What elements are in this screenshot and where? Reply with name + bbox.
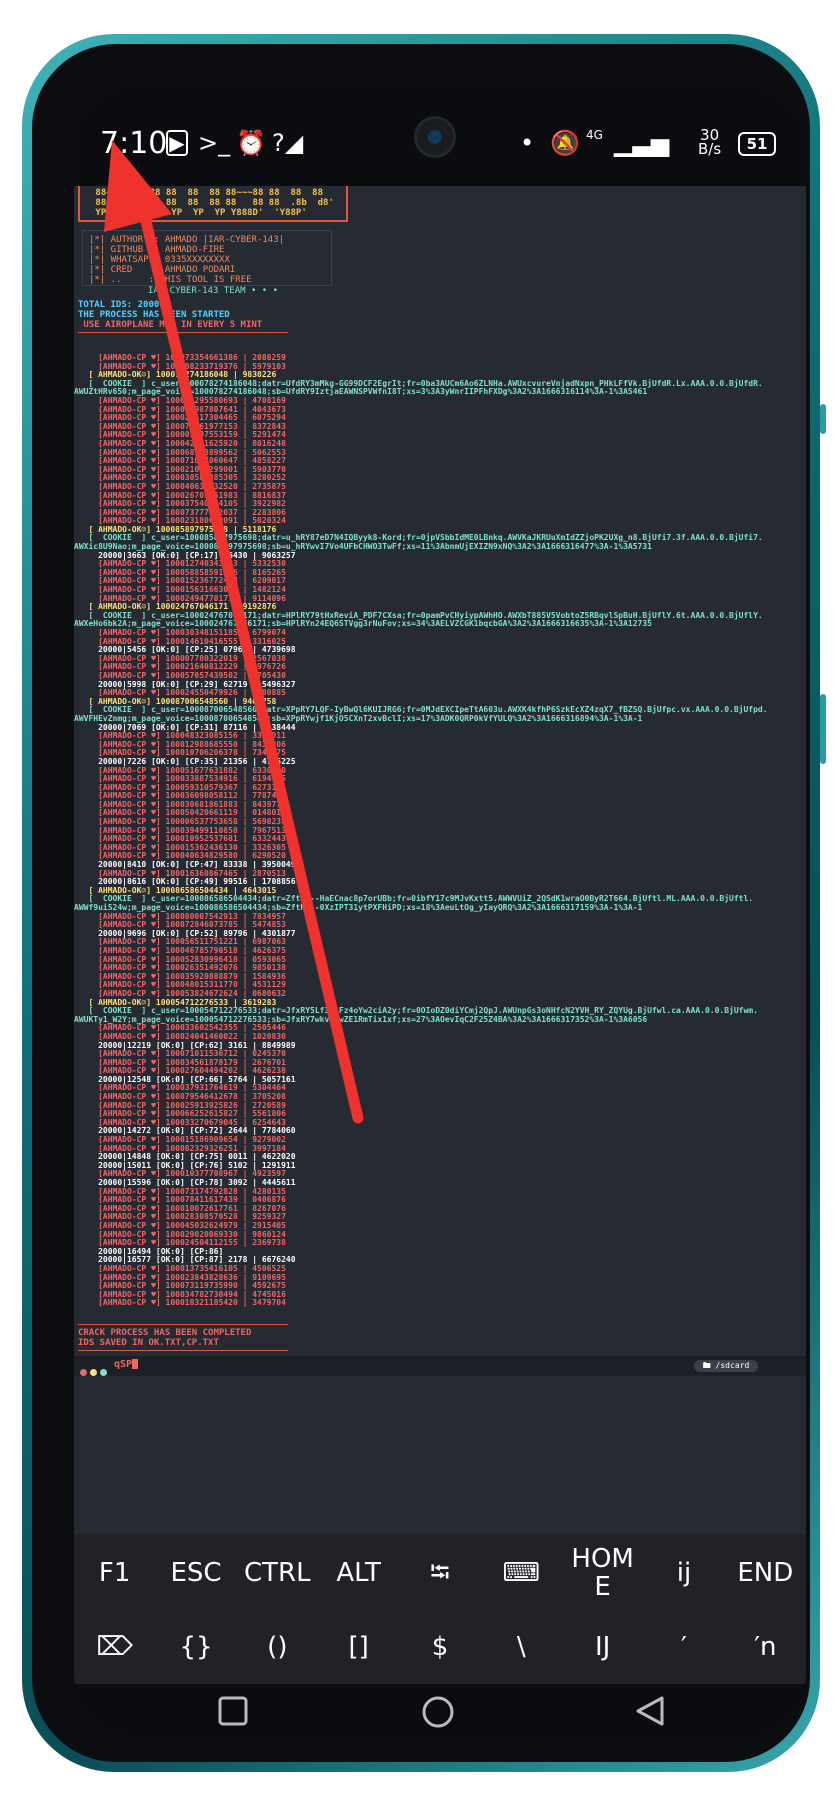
log-lines: [AHMADO-CP ♥] 100073354661386 | 2088259 …: [74, 353, 806, 1308]
volume-down-button: [820, 694, 826, 764]
extra-key-row1-5[interactable]: ⌨: [481, 1538, 562, 1608]
divider: [78, 332, 288, 333]
completion-message: CRACK PROCESS HAS BEEN COMPLETED IDS SAV…: [78, 1328, 251, 1348]
volume-up-button: [820, 404, 826, 434]
log-line: [AHMADO-CP ♥] 100018321185420 | 3479704: [74, 1298, 286, 1308]
ids-saved-text: IDS SAVED IN OK.TXT,CP.TXT: [78, 1338, 219, 1348]
phone-frame: 7:10 ▶ >_ ⏰ ?◢ • 🔕 4G ▁▃▅ 30 B/s 51 88~~…: [22, 34, 826, 1772]
extra-key-row2-6[interactable]: IJ: [562, 1612, 643, 1682]
home-icon[interactable]: [420, 1694, 456, 1730]
command-input[interactable]: qSP: [114, 1359, 139, 1370]
prompt-dots: [80, 1361, 110, 1380]
notification-dot-icon: •: [520, 129, 535, 157]
extra-key-row1-7[interactable]: ij: [643, 1538, 724, 1608]
media-play-icon: ▶: [166, 130, 188, 156]
recents-icon[interactable]: [216, 1694, 250, 1728]
team-label: IAR-CYBER-143 TEAM • • •: [148, 286, 279, 296]
camera-notch: [374, 86, 506, 186]
cursor: [132, 1359, 139, 1369]
ascii-banner: 88~~~88~~~88 88 88 88 88~~~88 88 88 88 8…: [78, 186, 348, 222]
extra-keys-row-1: F1 ESC CTRL ALT ⭾ ⌨ HOM Eij END: [74, 1538, 806, 1608]
status-bar: 7:10 ▶ >_ ⏰ ?◢ • 🔕 4G ▁▃▅ 30 B/s 51: [74, 86, 806, 186]
navigation-bar: [74, 1684, 806, 1736]
extra-key-row2-4[interactable]: $: [399, 1612, 480, 1682]
signal-icon: ▁▃▅: [614, 129, 670, 157]
total-ids: TOTAL IDS: 20000: [78, 300, 165, 310]
alarm-icon: ⏰: [236, 129, 266, 157]
extra-key-row1-0[interactable]: F1: [74, 1538, 155, 1608]
terminal-output[interactable]: 88~~~88~~~88 88 88 88 88~~~88 88 88 88 8…: [74, 186, 806, 1534]
battery-icon: 51: [738, 132, 776, 156]
extra-key-row2-2[interactable]: (): [237, 1612, 318, 1682]
crack-complete-text: CRACK PROCESS HAS BEEN COMPLETED: [78, 1328, 252, 1338]
extra-key-row1-4[interactable]: ⭾: [399, 1538, 480, 1608]
extra-key-row2-0[interactable]: ⌦: [74, 1612, 155, 1682]
extra-keys-row-2: ⌦{}()[] $ \ IJ ′ ′n: [74, 1612, 806, 1682]
network-type-label: 4G: [586, 128, 603, 142]
directory-text: /sdcard: [715, 1361, 750, 1370]
clock: 7:10: [100, 126, 168, 161]
extra-key-row2-7[interactable]: ′: [643, 1612, 724, 1682]
directory-badge: 🖿 /sdcard: [694, 1360, 758, 1372]
extra-key-row2-8[interactable]: ′n: [725, 1612, 806, 1682]
back-icon[interactable]: [634, 1694, 668, 1728]
green-dot-icon: [100, 1369, 107, 1376]
ascii-banner-text: 88~~~88~~~88 88 88 88 88~~~88 88 88 88 8…: [95, 188, 334, 218]
front-camera-icon: [414, 116, 456, 158]
mute-icon: 🔕: [550, 129, 580, 157]
extra-key-row1-3[interactable]: ALT: [318, 1538, 399, 1608]
extra-key-row1-2[interactable]: CTRL: [237, 1538, 318, 1608]
extra-key-row2-1[interactable]: {}: [155, 1612, 236, 1682]
yellow-dot-icon: [90, 1369, 97, 1376]
divider: [78, 1324, 288, 1325]
net-speed-unit: B/s: [698, 140, 722, 158]
extra-key-row1-8[interactable]: END: [725, 1538, 806, 1608]
extra-key-row2-3[interactable]: []: [318, 1612, 399, 1682]
divider: [78, 1350, 288, 1351]
no-signal-icon: ?◢: [272, 129, 304, 157]
prompt-line[interactable]: qSP 🖿 /sdcard: [74, 1356, 806, 1376]
terminal-icon: >_: [198, 129, 231, 157]
command-text: qSP: [114, 1359, 133, 1370]
red-dot-icon: [80, 1369, 87, 1376]
airplane-tip: USE AIROPLANE MOD IN EVERY 5 MINT: [78, 320, 263, 330]
tool-info-lines: |*| AUTHOR : AHMADO |IAR-CYBER-143| |*| …: [89, 235, 285, 285]
extra-key-row1-6[interactable]: HOM E: [562, 1538, 643, 1608]
process-started: THE PROCESS HAS BEEN STARTED: [78, 310, 230, 320]
extra-key-row1-1[interactable]: ESC: [155, 1538, 236, 1608]
tool-info-box: |*| AUTHOR : AHMADO |IAR-CYBER-143| |*| …: [82, 230, 332, 286]
extra-keys-bar: F1 ESC CTRL ALT ⭾ ⌨ HOM Eij END ⌦{}()[] $ \ IJ ′ ′n: [74, 1534, 806, 1684]
phone-bezel: 7:10 ▶ >_ ⏰ ?◢ • 🔕 4G ▁▃▅ 30 B/s 51 88~~…: [32, 44, 810, 1762]
screen: 7:10 ▶ >_ ⏰ ?◢ • 🔕 4G ▁▃▅ 30 B/s 51 88~~…: [74, 86, 806, 1736]
net-speed: 30 B/s: [698, 128, 722, 158]
extra-key-row2-5[interactable]: \: [481, 1612, 562, 1682]
